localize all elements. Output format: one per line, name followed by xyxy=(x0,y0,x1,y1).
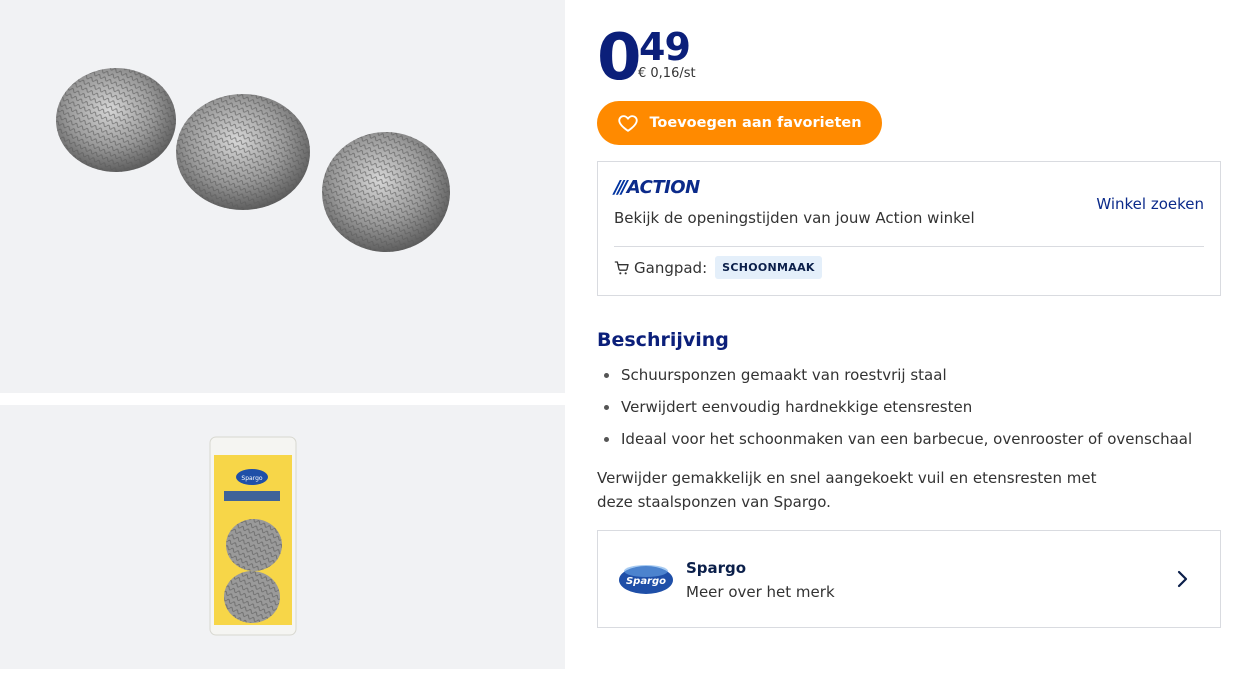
divider xyxy=(614,246,1204,247)
bullet-item: Verwijdert eenvoudig hardnekkige etensre… xyxy=(597,396,1192,428)
spargo-logo: Spargo xyxy=(617,559,675,599)
product-image-package[interactable]: Spargo xyxy=(0,405,565,669)
brand-subtitle: Meer over het merk xyxy=(686,583,835,601)
spargo-logo-text: Spargo xyxy=(626,576,666,587)
aisle-label: Gangpad: xyxy=(634,258,708,277)
price-integer: 0 xyxy=(597,21,642,95)
cart-icon xyxy=(614,260,629,274)
svg-text:Spargo: Spargo xyxy=(241,475,262,482)
description-bullets: Schuursponzen gemaakt van roestvrij staa… xyxy=(597,364,1192,460)
steel-scourers-image xyxy=(56,68,450,252)
add-to-favorites-button[interactable]: Toevoegen aan favorieten xyxy=(597,101,882,145)
bullet-item: Ideaal voor het schoonmaken van een barb… xyxy=(597,428,1192,460)
action-logo-text: ACTION xyxy=(626,176,700,198)
find-store-link[interactable]: Winkel zoeken xyxy=(1096,195,1204,213)
price-decimal: 49 xyxy=(639,25,691,69)
aisle-badge: SCHOONMAAK xyxy=(715,256,822,279)
chevron-right-icon xyxy=(1177,570,1188,588)
description-paragraph: Verwijder gemakkelijk en snel aangekoekt… xyxy=(597,469,1097,511)
bullet-item: Schuursponzen gemaakt van roestvrij staa… xyxy=(597,364,1192,396)
action-logo-bars: /// xyxy=(614,176,628,198)
add-to-favorites-label: Toevoegen aan favorieten xyxy=(649,115,862,131)
brand-link-card[interactable]: Spargo Spargo Meer over het merk xyxy=(597,530,1221,628)
heart-icon xyxy=(618,115,639,132)
brand-name: Spargo xyxy=(686,559,747,577)
package-image: Spargo xyxy=(209,436,297,636)
action-logo: /// ACTION xyxy=(614,176,700,198)
store-info-box: /// ACTION Bekijk de openingstijden van … xyxy=(597,161,1221,296)
store-hours-text: Bekijk de openingstijden van jouw Action… xyxy=(614,209,975,227)
product-image-main[interactable] xyxy=(0,0,565,393)
aisle-info: Gangpad: SCHOONMAAK xyxy=(614,256,822,279)
unit-price: € 0,16/st xyxy=(638,66,696,81)
description-title: Beschrijving xyxy=(597,329,729,351)
